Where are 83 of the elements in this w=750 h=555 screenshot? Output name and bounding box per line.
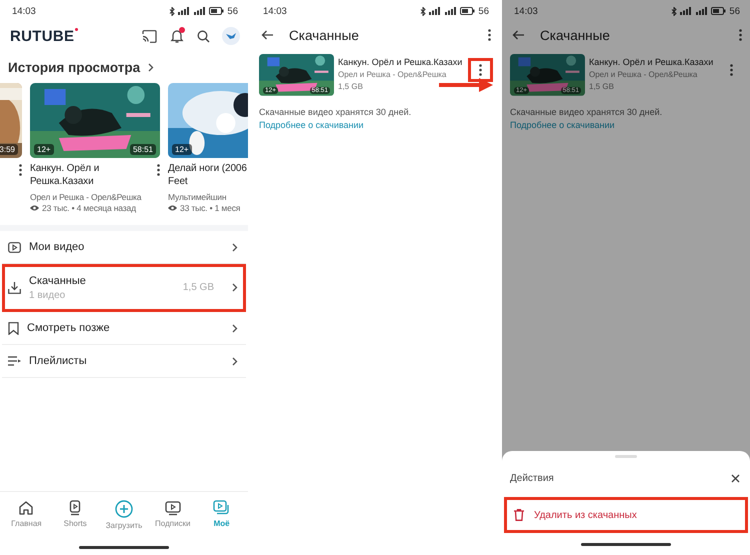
more-icon[interactable] — [157, 164, 160, 176]
section-title[interactable]: История просмотра — [8, 60, 140, 75]
menu-item[interactable]: Смотреть позже — [2, 312, 246, 345]
video-title[interactable]: Канкун. Орёл и Решка.Казахи — [30, 163, 155, 188]
more-icon[interactable] — [488, 29, 491, 41]
bluetooth-icon — [420, 6, 426, 16]
bell-icon[interactable] — [169, 28, 185, 44]
video-title[interactable]: Канкун. Орёл и Решка.Казахи — [338, 57, 464, 67]
battery-icon — [711, 7, 726, 15]
avatar-icon[interactable] — [222, 27, 240, 45]
channel-name[interactable]: Мультимейшин — [168, 192, 248, 202]
battery-level: 56 — [729, 6, 740, 16]
eye-icon — [168, 205, 177, 211]
help-link[interactable]: Подробнее о скачивании — [502, 117, 623, 130]
file-size: 1,5 GB — [589, 82, 615, 91]
nav-tab[interactable]: Главная — [3, 500, 50, 540]
nav-tab[interactable]: Подписки — [150, 500, 196, 540]
plus-icon — [114, 500, 133, 518]
bluetooth-icon — [671, 6, 678, 16]
menu-item[interactable]: Мои видео — [2, 231, 246, 264]
menu-item[interactable]: Скачанные 1 видео 1,5 GB — [2, 264, 246, 312]
back-icon[interactable] — [261, 30, 273, 40]
close-icon[interactable] — [731, 474, 740, 482]
more-icon — [479, 64, 482, 76]
chevron-icon — [232, 356, 238, 366]
cast-icon[interactable] — [142, 30, 157, 42]
age-badge: 12+ — [34, 144, 54, 155]
battery-icon — [209, 7, 224, 15]
page-title: Скачанные — [289, 28, 360, 42]
channel-name: Орел и Решка - Орел&Решка — [338, 70, 448, 79]
duration-badge: 3:59 — [0, 144, 18, 155]
chevron-icon — [232, 324, 238, 332]
signal-icon — [429, 7, 442, 15]
status-time: 14:03 — [12, 6, 36, 16]
more-icon — [730, 64, 733, 76]
signal-icon — [445, 7, 458, 15]
age-badge: 12+ — [172, 144, 192, 155]
status-time: 14:03 — [514, 6, 538, 16]
signal-icon — [178, 7, 192, 15]
bluetooth-icon — [169, 6, 176, 16]
back-icon[interactable] — [512, 30, 524, 40]
eye-icon — [30, 205, 39, 211]
info-text: Скачанные видео хранятся 30 дней. — [509, 106, 664, 117]
page-title: Скачанные — [540, 28, 611, 42]
videos-icon — [213, 500, 230, 516]
logo: RUTUBE — [10, 28, 78, 44]
sheet-title: Действия — [510, 472, 555, 484]
more-icon[interactable] — [19, 164, 22, 176]
status-time: 14:03 — [263, 6, 287, 16]
view-stats: 33 тыс. • 1 меся — [180, 203, 240, 213]
video-title[interactable]: Делай ноги (2006 Feet — [168, 163, 248, 188]
download-icon — [8, 282, 21, 294]
battery-level: 56 — [478, 6, 489, 16]
battery-icon — [460, 7, 476, 15]
battery-level: 56 — [227, 6, 238, 16]
more-button[interactable] — [468, 58, 493, 82]
video-icon — [8, 242, 21, 252]
tv-icon — [164, 500, 181, 516]
nav-tab[interactable]: Загрузить — [100, 500, 147, 540]
search-icon[interactable] — [197, 30, 210, 42]
chevron-icon — [232, 283, 238, 292]
trash-icon — [514, 509, 524, 521]
more-icon[interactable] — [739, 29, 742, 41]
chevron-icon — [232, 242, 238, 252]
channel-name: Орел и Решка - Орел&Решка — [589, 70, 698, 79]
channel-name[interactable]: Орел и Решка - Орел&Решка — [30, 192, 155, 202]
signal-icon — [680, 7, 694, 15]
playlist-icon — [8, 356, 21, 366]
video-title[interactable]: Канкун. Орёл и Решка.Казахи — [589, 57, 715, 67]
file-size: 1,5 GB — [338, 82, 364, 91]
menu-item[interactable]: Плейлисты — [2, 345, 246, 378]
help-link[interactable]: Подробнее о скачивании — [251, 117, 372, 130]
signal-icon — [696, 7, 708, 15]
signal-icon — [194, 7, 206, 15]
delete-action[interactable]: Удалить из скачанных — [504, 497, 748, 533]
home-icon — [18, 500, 34, 516]
nav-tab[interactable]: Shorts — [52, 500, 98, 540]
chevron-icon[interactable] — [148, 63, 154, 72]
duration-badge: 58:51 — [130, 144, 156, 155]
view-stats: 23 тыс. • 4 месяца назад — [42, 203, 136, 213]
bookmark-icon — [8, 322, 19, 334]
nav-tab[interactable]: Моё — [198, 500, 245, 540]
info-text: Скачанные видео хранятся 30 дней. — [258, 106, 412, 117]
